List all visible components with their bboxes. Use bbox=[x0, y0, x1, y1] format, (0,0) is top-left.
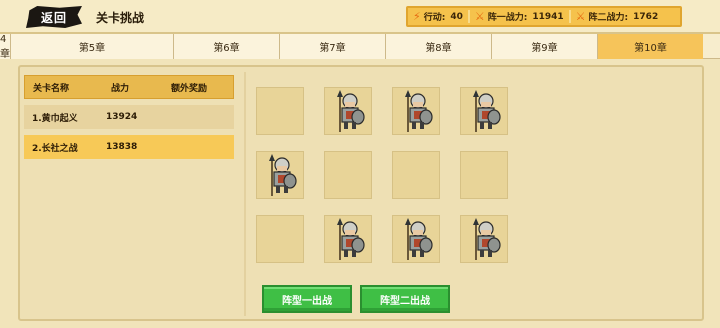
lightning-icon: ⚡ bbox=[413, 10, 421, 23]
stage-power: 13838 bbox=[106, 142, 138, 152]
formation-slot-r1-c3[interactable] bbox=[392, 87, 440, 135]
top-bar: 返回 关卡挑战 ⚡ 行动: 40 ⚔ 阵一战力: 11941 ⚔ 阵二战力: 1… bbox=[0, 0, 720, 34]
formation-slot-r2-c2[interactable] bbox=[324, 151, 372, 199]
tab-chapter-5[interactable]: 第5章 bbox=[10, 34, 173, 59]
tab-label: 第10章 bbox=[634, 43, 667, 54]
formation-one-power-label: 阵一战力: bbox=[487, 13, 528, 23]
stage-row-1[interactable]: 1.黄巾起义 13924 bbox=[24, 105, 234, 129]
column-header-reward: 额外奖励 bbox=[171, 83, 208, 94]
formation-slot-r3-c1[interactable] bbox=[256, 215, 304, 263]
tab-label: 第5章 bbox=[78, 43, 106, 54]
column-header-name: 关卡名称 bbox=[33, 83, 70, 94]
page-title: 关卡挑战 bbox=[96, 11, 145, 25]
tab-chapter-9[interactable]: 第9章 bbox=[491, 34, 597, 59]
formation-slot-r1-c4[interactable] bbox=[460, 87, 508, 135]
crossed-swords-icon: ⚔ bbox=[575, 10, 586, 23]
tab-chapter-7[interactable]: 第7章 bbox=[279, 34, 385, 59]
crossed-swords-icon: ⚔ bbox=[474, 10, 485, 23]
formation-slot-r2-c1[interactable] bbox=[256, 151, 304, 199]
formation-one-battle-button[interactable]: 阵型一出战 bbox=[262, 285, 352, 313]
formation-two-power-value: 1762 bbox=[633, 11, 659, 22]
formation-slot-r1-c1[interactable] bbox=[256, 87, 304, 135]
tab-label: 第8章 bbox=[425, 43, 452, 54]
formation-two-battle-button[interactable]: 阵型二出战 bbox=[360, 285, 450, 313]
stage-power: 13924 bbox=[106, 112, 138, 122]
tab-chapter-8[interactable]: 第8章 bbox=[385, 34, 491, 59]
action-points-label: 行动: bbox=[423, 13, 446, 23]
column-header-power: 战力 bbox=[111, 83, 130, 94]
stage-row-2[interactable]: 2.长社之战 13838 bbox=[24, 135, 234, 159]
tab-label: 第7章 bbox=[319, 43, 346, 54]
panel-divider bbox=[244, 72, 246, 316]
stage-list-header: 关卡名称 战力 额外奖励 bbox=[24, 75, 234, 99]
tab-label: 4章 bbox=[0, 34, 10, 59]
action-points-stat: ⚡ 行动: 40 bbox=[408, 10, 468, 23]
tab-label: 第9章 bbox=[531, 43, 558, 54]
formation-slot-r3-c4[interactable] bbox=[460, 215, 508, 263]
tab-chapter-6[interactable]: 第6章 bbox=[173, 34, 279, 59]
formation-two-power-stat: ⚔ 阵二战力: 1762 bbox=[568, 10, 664, 23]
formation-slot-r3-c2[interactable] bbox=[324, 215, 372, 263]
tab-chapter-4[interactable]: 4章 bbox=[0, 34, 10, 59]
formation-two-power-label: 阵二战力: bbox=[588, 13, 629, 23]
back-button[interactable]: 返回 bbox=[26, 6, 82, 28]
chapter-tabs: 4章 第5章 第6章 第7章 第8章 第9章 第10章 bbox=[0, 34, 720, 59]
tab-chapter-10[interactable]: 第10章 bbox=[597, 34, 703, 59]
stats-bar: ⚡ 行动: 40 ⚔ 阵一战力: 11941 ⚔ 阵二战力: 1762 bbox=[406, 6, 682, 27]
tab-label: 第6章 bbox=[213, 43, 240, 54]
formation-one-power-stat: ⚔ 阵一战力: 11941 bbox=[467, 10, 569, 23]
formation-slot-r2-c3[interactable] bbox=[392, 151, 440, 199]
formation-slot-r3-c3[interactable] bbox=[392, 215, 440, 263]
action-points-value: 40 bbox=[450, 11, 463, 22]
formation-one-power-value: 11941 bbox=[532, 11, 564, 22]
stage-name: 2.长社之战 bbox=[32, 143, 78, 154]
formation-slot-r2-c4[interactable] bbox=[460, 151, 508, 199]
stage-name: 1.黄巾起义 bbox=[32, 113, 78, 124]
formation-slot-r1-c2[interactable] bbox=[324, 87, 372, 135]
